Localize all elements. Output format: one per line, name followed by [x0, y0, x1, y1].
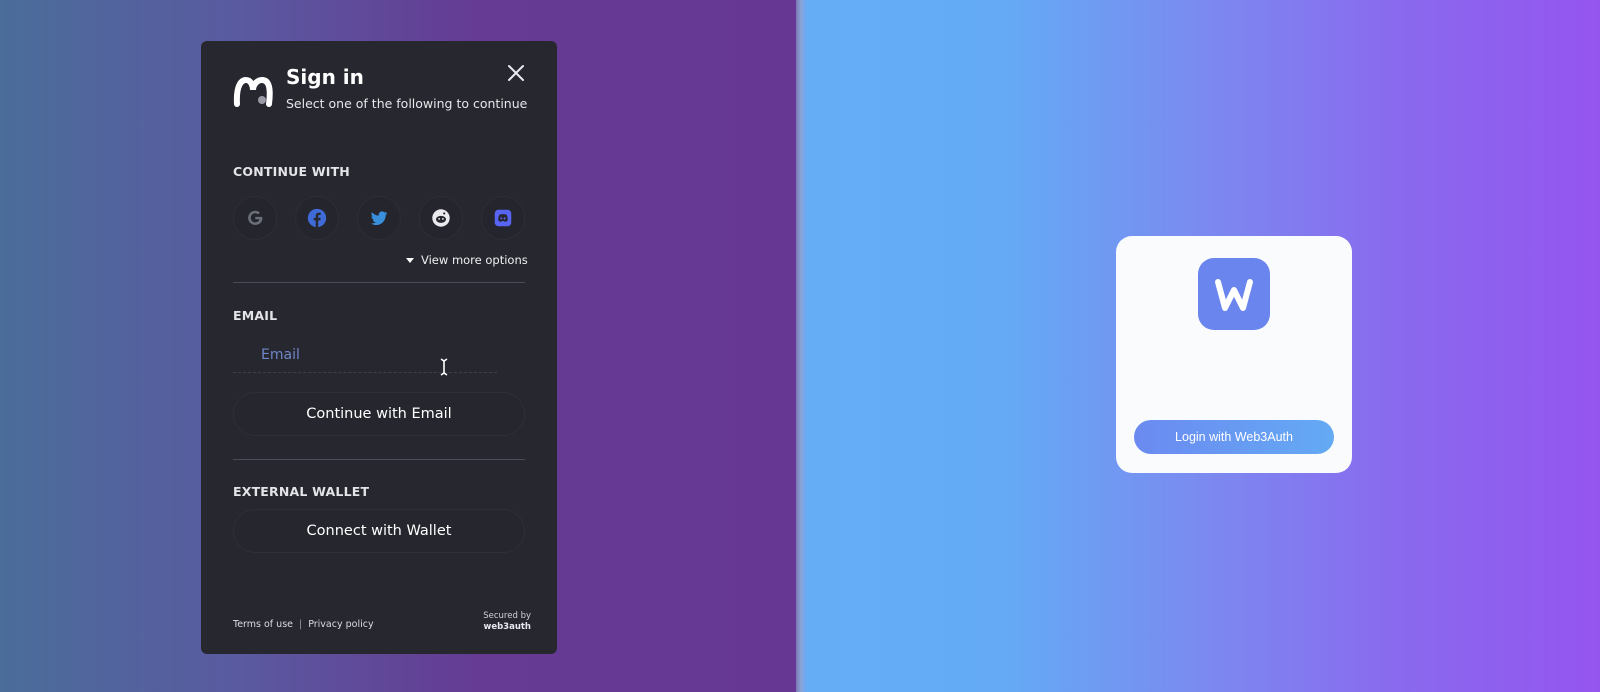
email-input[interactable] [233, 337, 497, 373]
w-logo-icon [1215, 279, 1253, 311]
view-more-options-link[interactable]: View more options [406, 253, 528, 267]
app-logo-icon [233, 76, 273, 107]
secured-by-badge: Secured by web3auth [471, 611, 531, 633]
twitter-login-button[interactable] [357, 196, 401, 240]
google-icon [248, 210, 263, 225]
web3auth-brand: web3auth [483, 622, 531, 632]
reddit-icon [432, 209, 450, 227]
footer-links: Terms of use | Privacy policy [233, 619, 374, 630]
terms-of-use-link[interactable]: Terms of use [233, 619, 293, 630]
view-more-label: View more options [421, 253, 528, 267]
close-icon[interactable] [503, 60, 529, 86]
privacy-policy-link[interactable]: Privacy policy [308, 619, 373, 630]
modal-subtitle: Select one of the following to continue [286, 96, 528, 111]
sign-in-modal: Sign in Select one of the following to c… [201, 41, 557, 654]
email-label: EMAIL [233, 308, 278, 323]
twitter-icon [371, 211, 388, 226]
continue-with-email-button[interactable]: Continue with Email [233, 392, 525, 436]
footer-separator: | [299, 619, 303, 630]
google-login-button[interactable] [233, 196, 277, 240]
text-cursor-icon [440, 358, 448, 376]
web3auth-logo [1198, 258, 1270, 330]
facebook-icon [307, 208, 327, 228]
secured-by-label: Secured by [483, 611, 531, 621]
modal-title: Sign in [286, 65, 364, 89]
discord-login-button[interactable] [481, 196, 525, 240]
reddit-login-button[interactable] [419, 196, 463, 240]
login-card: Login with Web3Auth [1116, 236, 1352, 473]
connect-with-wallet-button[interactable]: Connect with Wallet [233, 509, 525, 553]
divider-1 [233, 282, 525, 283]
divider-2 [233, 459, 525, 460]
social-login-row [233, 196, 529, 240]
discord-icon [494, 209, 512, 227]
login-with-web3auth-button[interactable]: Login with Web3Auth [1134, 420, 1334, 454]
caret-down-icon [406, 257, 414, 263]
external-wallet-label: EXTERNAL WALLET [233, 484, 370, 499]
facebook-login-button[interactable] [295, 196, 339, 240]
continue-with-label: CONTINUE WITH [233, 164, 350, 179]
split-divider [796, 0, 806, 692]
